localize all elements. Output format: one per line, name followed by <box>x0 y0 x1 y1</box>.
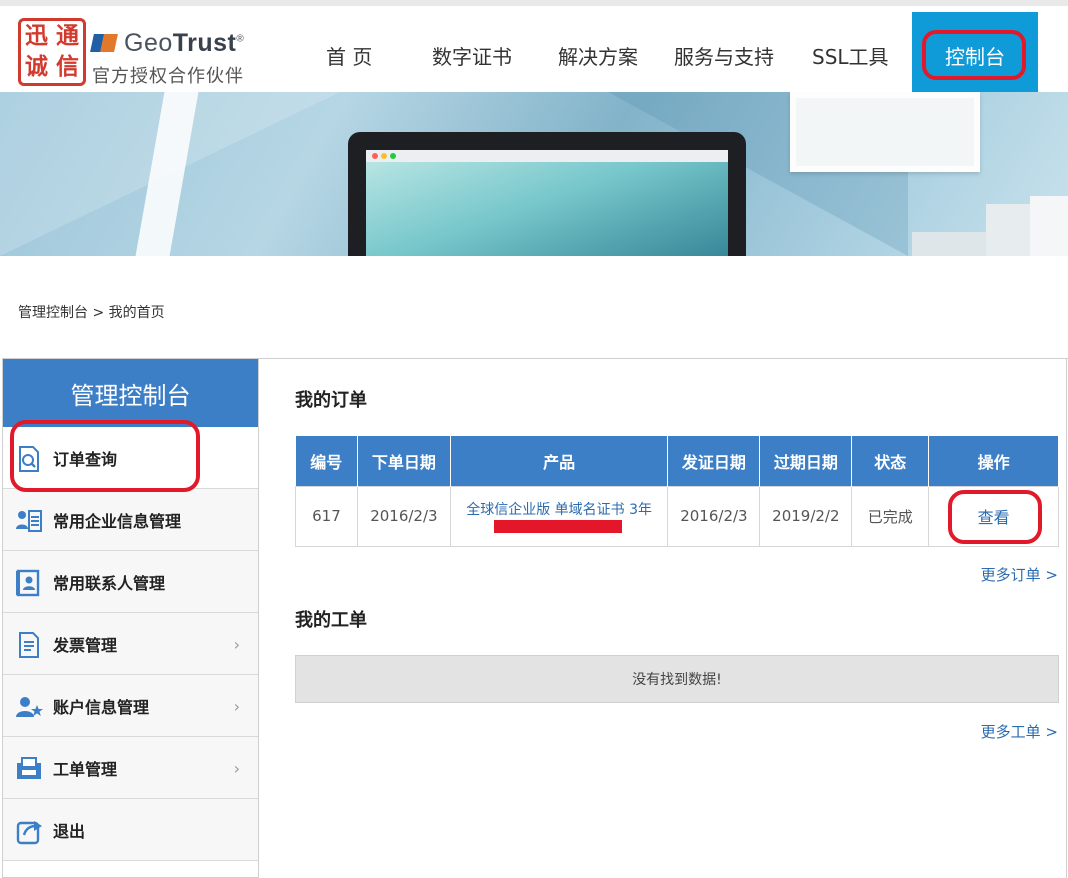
annotation-circle <box>922 30 1026 80</box>
geotrust-wordmark: GeoTrust® <box>124 28 245 57</box>
sidebar-item-contacts[interactable]: 常用联系人管理 <box>3 551 258 613</box>
nav-ssl-tools[interactable]: SSL工具 <box>812 12 902 98</box>
laptop-illustration <box>348 132 746 256</box>
content-top-border <box>258 358 1068 359</box>
seal-char: 通 <box>56 22 79 49</box>
seal-char: 迅 <box>25 22 48 49</box>
sidebar-item-logout[interactable]: 退出 <box>3 799 258 861</box>
sidebar-item-invoice[interactable]: 发票管理 › <box>3 613 258 675</box>
sidebar-item-tickets[interactable]: 工单管理 › <box>3 737 258 799</box>
geotrust-logo[interactable]: GeoTrust® <box>90 28 245 58</box>
order-status: 已完成 <box>851 485 930 547</box>
tickets-section-title: 我的工单 <box>295 610 367 631</box>
nav-console[interactable]: 控制台 <box>912 12 1038 98</box>
orders-section-title: 我的订单 <box>295 390 367 411</box>
xuntong-seal-logo[interactable]: 迅 通 诚 信 <box>18 18 86 86</box>
sidebar-item-label: 账户信息管理 <box>53 697 150 717</box>
empty-message: 没有找到数据! <box>632 672 722 688</box>
annotation-circle <box>948 490 1042 544</box>
tickets-empty-state: 没有找到数据! <box>295 655 1059 703</box>
col-header-action: 操作 <box>928 436 1059 486</box>
orders-table: 编号 下单日期 产品 发证日期 过期日期 状态 操作 617 2016/2/3 … <box>295 436 1059 547</box>
ticket-icon <box>17 757 41 779</box>
table-row: 617 2016/2/3 全球信企业版 单域名证书 3年 2016/2/3 20… <box>295 485 1059 547</box>
contacts-icon <box>16 569 40 597</box>
sidebar-item-label: 工单管理 <box>53 759 118 779</box>
geotrust-mark-icon <box>90 32 118 54</box>
sidebar-title: 管理控制台 <box>3 359 258 427</box>
nav-home[interactable]: 首 页 <box>326 12 406 98</box>
account-star-icon <box>16 697 43 717</box>
col-header-expire-date: 过期日期 <box>759 436 853 486</box>
sidebar-item-company-info[interactable]: 常用企业信息管理 <box>3 489 258 551</box>
order-id: 617 <box>295 485 358 547</box>
sidebar-item-label: 常用联系人管理 <box>53 573 166 593</box>
chevron-right-icon: › <box>233 697 240 716</box>
nav-digital-certs[interactable]: 数字证书 <box>432 12 532 98</box>
sidebar-item-label: 发票管理 <box>53 635 118 655</box>
sidebar-item-account[interactable]: 账户信息管理 › <box>3 675 258 737</box>
col-header-id: 编号 <box>295 436 358 486</box>
chevron-right-icon: › <box>233 759 240 778</box>
expire-date: 2019/2/2 <box>759 485 853 547</box>
sidebar-item-label: 常用企业信息管理 <box>53 511 182 531</box>
seal-char: 诚 <box>25 53 48 80</box>
product-link[interactable]: 全球信企业版 单域名证书 3年 <box>466 502 652 518</box>
nav-support[interactable]: 服务与支持 <box>674 12 794 98</box>
col-header-product: 产品 <box>450 436 669 486</box>
company-info-icon <box>16 510 42 532</box>
col-header-order-date: 下单日期 <box>357 436 451 486</box>
redaction-bar <box>494 520 622 533</box>
col-header-status: 状态 <box>851 436 930 486</box>
chevron-right-icon: › <box>233 635 240 654</box>
table-header-row: 编号 下单日期 产品 发证日期 过期日期 状态 操作 <box>295 436 1059 486</box>
content-right-border <box>1066 358 1067 878</box>
more-orders-link[interactable]: 更多订单 > <box>981 564 1058 585</box>
picture-frame <box>790 92 980 172</box>
hero-banner <box>0 92 1068 256</box>
annotation-circle <box>10 420 200 492</box>
seal-char: 信 <box>56 53 79 80</box>
site-header: 迅 通 诚 信 GeoTrust® 官方授权合作伙伴 首 页 数字证书 解决方案… <box>0 0 1068 98</box>
nav-solutions[interactable]: 解决方案 <box>558 12 658 98</box>
more-tickets-link[interactable]: 更多工单 > <box>981 721 1058 742</box>
col-header-issue-date: 发证日期 <box>667 436 761 486</box>
issue-date: 2016/2/3 <box>667 485 761 547</box>
breadcrumb[interactable]: 管理控制台 > 我的首页 <box>18 302 165 322</box>
logout-icon <box>16 821 42 845</box>
order-product-cell: 全球信企业版 单域名证书 3年 <box>449 485 669 547</box>
sidebar-item-label: 退出 <box>53 821 86 841</box>
order-date: 2016/2/3 <box>356 485 451 547</box>
invoice-icon <box>19 632 39 658</box>
partner-subtitle: 官方授权合作伙伴 <box>92 66 244 87</box>
